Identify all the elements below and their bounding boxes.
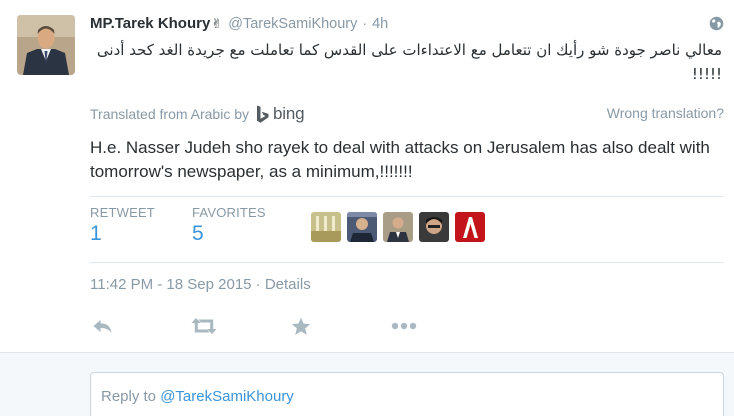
retweet-stat-label: RETWEET — [90, 205, 155, 220]
timestamp-separator: · — [255, 276, 261, 293]
tweet-timestamp[interactable]: 11:42 PM - 18 Sep 2015 — [90, 276, 252, 293]
stats-bottom-divider — [90, 262, 724, 263]
reply-prefix: Reply to — [101, 388, 157, 405]
tweet-timestamp-row: 11:42 PM - 18 Sep 2015 · Details — [90, 276, 311, 293]
stats-top-divider — [90, 196, 724, 197]
reply-button[interactable] — [90, 314, 116, 338]
more-button[interactable] — [391, 314, 417, 338]
tweet-header: MP.Tarek Khoury ✌ @TarekSamiKhoury · 4h — [90, 15, 388, 35]
favorites-stat-label: FAVORITES — [192, 205, 266, 220]
favoriter-avatar[interactable] — [311, 212, 341, 242]
tweet-relative-time[interactable]: 4h — [372, 16, 388, 32]
retweet-button[interactable] — [191, 314, 217, 338]
bing-label: bing — [273, 104, 305, 123]
tweet-permalink: MP.Tarek Khoury ✌ @TarekSamiKhoury · 4h … — [0, 0, 734, 352]
retweet-count: 1 — [90, 222, 102, 245]
favoriter-avatar[interactable] — [383, 212, 413, 242]
tweet-text: معالي ناصر جودة شو رأيك ان تتعامل مع الا… — [96, 41, 722, 83]
favoriter-avatar[interactable] — [455, 212, 485, 242]
header-separator: · — [362, 15, 368, 31]
favorites-count: 5 — [192, 222, 204, 245]
reply-mention: @TarekSamiKhoury — [160, 388, 294, 405]
favorites-stat[interactable]: FAVORITES 5 — [192, 205, 266, 246]
victory-hand-emoji: ✌ — [211, 16, 223, 31]
wrong-translation-link[interactable]: Wrong translation? — [607, 105, 724, 121]
favoriter-avatar[interactable] — [419, 212, 449, 242]
more-icon — [391, 322, 417, 330]
author-fullname[interactable]: MP.Tarek Khoury — [90, 15, 210, 32]
reply-area: Reply to @TarekSamiKhoury — [0, 352, 734, 416]
translation-attribution: Translated from Arabic by bing Wrong tra… — [90, 104, 724, 124]
bing-logo[interactable]: bing — [256, 104, 305, 124]
translated-label: Translated from Arabic by — [90, 106, 249, 122]
retweet-stat[interactable]: RETWEET 1 — [90, 205, 155, 246]
favorite-icon — [291, 317, 311, 335]
retweet-icon — [191, 318, 217, 334]
author-username[interactable]: @TarekSamiKhoury — [228, 16, 357, 32]
favoriter-avatars — [311, 212, 491, 242]
globe-icon — [709, 16, 724, 31]
favoriter-avatar[interactable] — [347, 212, 377, 242]
favorite-button[interactable] — [288, 314, 314, 338]
details-link[interactable]: Details — [265, 276, 311, 293]
translated-text: H.e. Nasser Judeh sho rayek to deal with… — [90, 138, 710, 181]
reply-icon — [93, 320, 112, 333]
author-avatar[interactable] — [17, 15, 75, 75]
bing-icon — [257, 105, 269, 123]
reply-input[interactable]: Reply to @TarekSamiKhoury — [90, 372, 724, 416]
